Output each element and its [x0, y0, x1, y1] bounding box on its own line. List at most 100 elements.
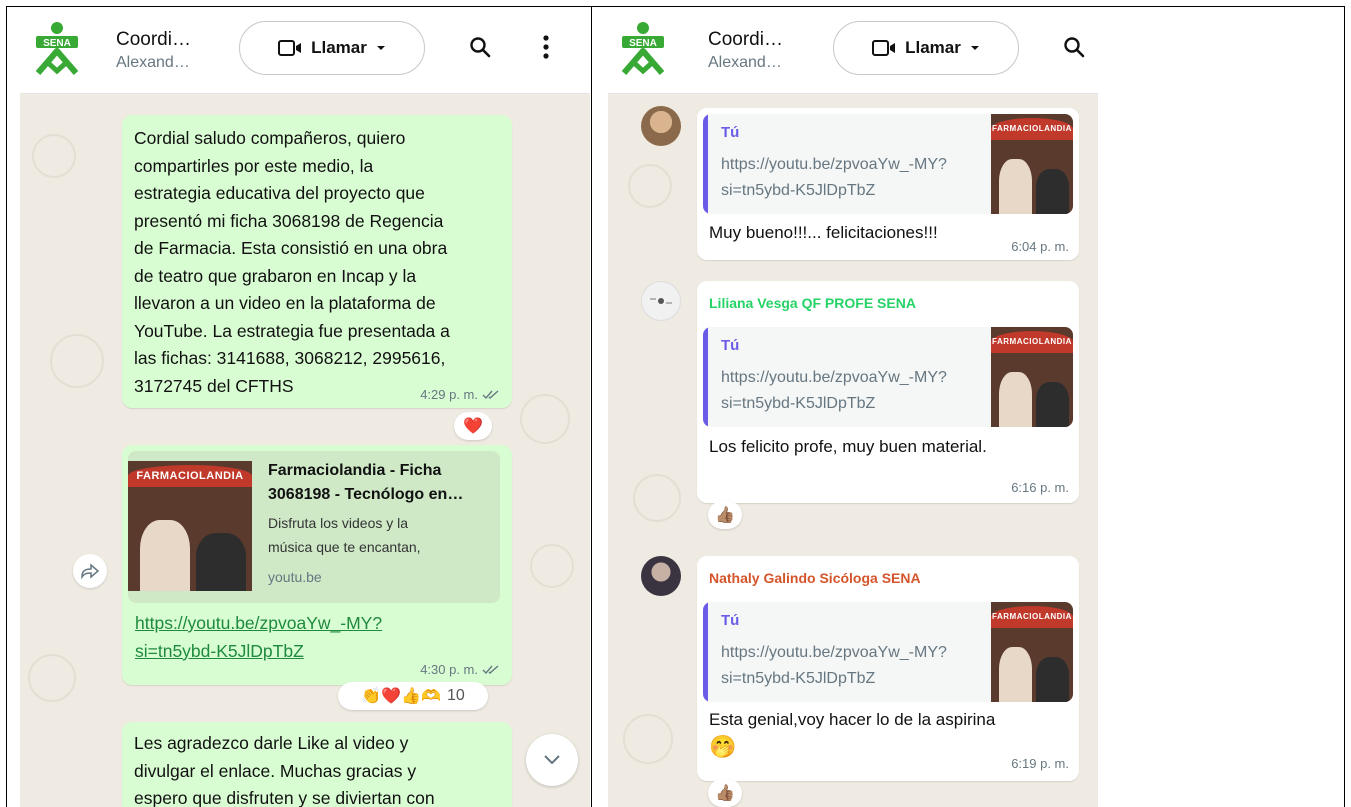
- scroll-down-button[interactable]: [526, 734, 578, 786]
- panel-divider: [591, 6, 592, 807]
- sena-logo-icon[interactable]: SENA: [620, 21, 666, 77]
- quote-thumbnail: FARMACIOLANDIA: [991, 602, 1073, 702]
- call-button-label: Llamar: [905, 38, 961, 57]
- time-label: 6:19 p. m.: [1011, 756, 1069, 771]
- quote-thumbnail: FARMACIOLANDIA: [991, 114, 1073, 214]
- wallpaper-doodle: [50, 334, 104, 388]
- outgoing-message[interactable]: FARMACIOLANDIA Farmaciolandia - Ficha 30…: [122, 445, 512, 685]
- thumbnail-figure: [196, 532, 246, 591]
- message-time: 6:04 p. m.: [1011, 239, 1069, 254]
- chat-title[interactable]: Coordi…: [116, 29, 191, 51]
- quote-thumbnail: FARMACIOLANDIA: [991, 327, 1073, 427]
- video-thumbnail: FARMACIOLANDIA: [128, 461, 252, 591]
- svg-text:SENA: SENA: [629, 38, 657, 49]
- message-text: Cordial saludo compañeros, quiero compar…: [134, 128, 450, 396]
- message-time: 6:16 p. m.: [1011, 480, 1069, 495]
- quote-author: Tú: [721, 612, 740, 629]
- chat-title[interactable]: Coordi…: [708, 29, 783, 51]
- chat-subtitle[interactable]: Alexand…: [708, 54, 782, 72]
- quoted-message[interactable]: Tú https://youtu.be/zpvoaYw_-MY? si=tn5y…: [703, 602, 1073, 702]
- call-button[interactable]: Llamar: [833, 21, 1019, 75]
- search-icon: [1064, 37, 1085, 58]
- quote-author: Tú: [721, 337, 740, 354]
- chat-background: Cordial saludo compañeros, quiero compar…: [20, 94, 590, 807]
- more-options-button[interactable]: [528, 29, 564, 65]
- contact-avatar[interactable]: [641, 281, 681, 321]
- message-text: Muy bueno!!!... felicitaciones!!!: [709, 223, 938, 242]
- thumbnail-sign: FARMACIOLANDIA: [991, 331, 1073, 353]
- reaction-emoji: ❤️: [463, 418, 483, 435]
- message-reactions[interactable]: ❤️: [454, 412, 492, 440]
- chat-header: SENA Coordi… Alexand… Llamar: [608, 7, 1098, 94]
- sender-name-label: Liliana Vesga QF PROFE SENA: [709, 295, 916, 311]
- message-time: 4:29 p. m.: [420, 387, 500, 402]
- reaction-count: 10: [446, 687, 465, 704]
- contact-avatar[interactable]: [641, 106, 681, 146]
- thumbnail-figure: [999, 372, 1032, 427]
- wallpaper-doodle: [32, 134, 76, 178]
- search-icon: [470, 37, 491, 58]
- search-button[interactable]: [1056, 29, 1092, 65]
- chevron-down-icon: [376, 46, 385, 50]
- chat-subtitle[interactable]: Alexand…: [116, 54, 190, 72]
- incoming-message[interactable]: Nathaly Galindo Sicóloga SENA Tú https:/…: [697, 556, 1079, 781]
- call-button-label: Llamar: [311, 38, 367, 57]
- time-label: 4:30 p. m.: [420, 662, 478, 677]
- video-icon: [278, 40, 302, 56]
- wallpaper-doodle: [530, 544, 574, 588]
- message-text: Esta genial,voy hacer lo de la aspirina: [709, 710, 996, 729]
- quote-accent-bar: [703, 327, 708, 427]
- message-reactions[interactable]: 👏❤️👍🫶 10: [338, 682, 488, 710]
- message-text: Los felicito profe, muy buen material.: [709, 437, 987, 456]
- default-avatar-icon: [650, 298, 672, 304]
- message-link[interactable]: https://youtu.be/zpvoaYw_-MY? si=tn5ybd-…: [135, 610, 435, 665]
- sena-logo-icon[interactable]: SENA: [34, 21, 80, 77]
- time-label: 4:29 p. m.: [420, 387, 478, 402]
- forward-button[interactable]: [73, 554, 107, 588]
- message-time: 6:19 p. m.: [1011, 756, 1069, 771]
- incoming-message[interactable]: Tú https://youtu.be/zpvoaYw_-MY? si=tn5y…: [697, 108, 1079, 260]
- svg-text:SENA: SENA: [43, 38, 71, 49]
- incoming-message[interactable]: Liliana Vesga QF PROFE SENA Tú https://y…: [697, 281, 1079, 503]
- contact-avatar[interactable]: [641, 556, 681, 596]
- quote-text: https://youtu.be/zpvoaYw_-MY? si=tn5ybd-…: [721, 369, 947, 412]
- link-preview[interactable]: FARMACIOLANDIA Farmaciolandia - Ficha 30…: [128, 451, 500, 603]
- sender-name[interactable]: Liliana Vesga QF PROFE SENA: [709, 295, 916, 311]
- message-text: Les agradezco darle Like al video y divu…: [134, 733, 435, 807]
- message-reactions[interactable]: 👍🏽: [708, 501, 742, 529]
- outgoing-message[interactable]: Cordial saludo compañeros, quiero compar…: [122, 115, 512, 408]
- thumbnail-sign: FARMACIOLANDIA: [991, 118, 1073, 140]
- chat-background: Tú https://youtu.be/zpvoaYw_-MY? si=tn5y…: [608, 94, 1098, 807]
- video-icon: [872, 40, 896, 56]
- reaction-emoji: 👍🏽: [715, 785, 735, 802]
- chevron-down-icon: [544, 755, 560, 765]
- thumbnail-figure: [140, 519, 190, 591]
- wallpaper-doodle: [623, 714, 673, 764]
- message-emoji: 🤭: [709, 734, 737, 759]
- double-check-icon: [482, 664, 499, 674]
- quote-accent-bar: [703, 602, 708, 702]
- wallpaper-doodle: [628, 164, 672, 208]
- reaction-emoji: 👍🏽: [715, 507, 735, 524]
- chat-header: SENA Coordi… Alexand… Llamar: [20, 7, 590, 94]
- thumbnail-figure: [999, 647, 1032, 702]
- thumbnail-figure: [1036, 169, 1069, 214]
- more-vert-icon: [543, 35, 549, 59]
- call-button[interactable]: Llamar: [239, 21, 425, 75]
- preview-domain: youtu.be: [268, 569, 322, 585]
- quoted-message[interactable]: Tú https://youtu.be/zpvoaYw_-MY? si=tn5y…: [703, 114, 1073, 214]
- sender-name[interactable]: Nathaly Galindo Sicóloga SENA: [709, 570, 921, 586]
- wallpaper-doodle: [520, 394, 570, 444]
- quote-text: https://youtu.be/zpvoaYw_-MY? si=tn5ybd-…: [721, 644, 947, 687]
- message-reactions[interactable]: 👍🏽: [708, 779, 742, 807]
- quoted-message[interactable]: Tú https://youtu.be/zpvoaYw_-MY? si=tn5y…: [703, 327, 1073, 427]
- preview-description: Disfruta los videos y la música que te e…: [268, 515, 421, 555]
- search-button[interactable]: [462, 29, 498, 65]
- wallpaper-doodle: [633, 474, 681, 522]
- thumbnail-sign: FARMACIOLANDIA: [991, 606, 1073, 628]
- right-chat-panel: SENA Coordi… Alexand… Llamar Tú https://…: [608, 7, 1098, 807]
- double-check-icon: [482, 389, 499, 399]
- preview-title: Farmaciolandia - Ficha 3068198 - Tecnólo…: [268, 462, 464, 503]
- outgoing-message[interactable]: Les agradezco darle Like al video y divu…: [122, 722, 512, 807]
- time-label: 6:04 p. m.: [1011, 239, 1069, 254]
